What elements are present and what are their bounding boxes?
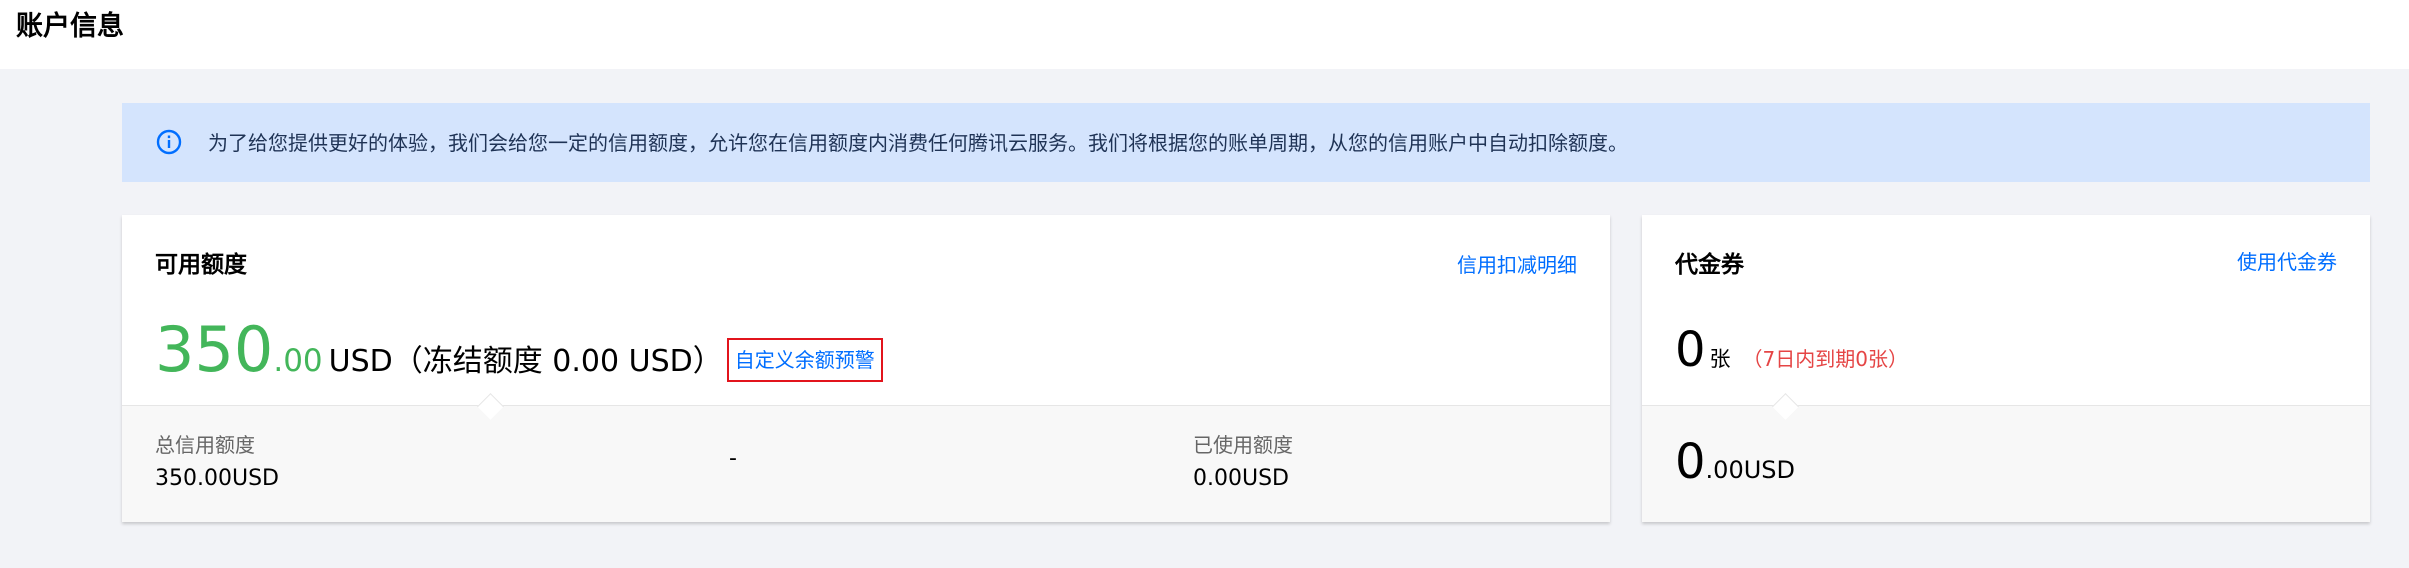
card-bottom-section: 总信用额度 350.00USD - 已使用额度 0.00USD: [122, 405, 1610, 522]
voucher-count-row: 0 张 （7日内到期0张）: [1675, 315, 1908, 385]
available-amount-row: 350.00 USD（冻结额度 0.00 USD） 自定义余额预警: [155, 315, 883, 385]
use-voucher-link[interactable]: 使用代金券: [2237, 247, 2337, 277]
used-credit-value: 0.00USD: [1193, 466, 1289, 491]
voucher-amount-integer: 0: [1675, 434, 1706, 490]
frozen-amount-text: （冻结额度 0.00 USD）: [392, 344, 723, 379]
custom-balance-alert-link[interactable]: 自定义余额预警: [726, 338, 883, 382]
card-title: 代金券: [1675, 252, 1744, 278]
separator-dash: -: [729, 446, 737, 471]
page-title: 账户信息: [16, 11, 124, 42]
card-top-section: 代金券 使用代金券 0 张 （7日内到期0张）: [1642, 215, 2370, 405]
top-bar: 账户信息: [0, 0, 2409, 69]
voucher-amount-decimal: .00USD: [1705, 456, 1795, 484]
card-top-section: 可用额度 信用扣减明细 350.00 USD（冻结额度 0.00 USD） 自定义余…: [122, 215, 1610, 405]
notice-text: 为了给您提供更好的体验，我们会给您一定的信用额度，允许您在信用额度内消费任何腾讯…: [208, 131, 1628, 155]
used-credit-label: 已使用额度: [1193, 433, 1293, 457]
card-title: 可用额度: [155, 252, 247, 278]
voucher-amount: 0.00USD: [1675, 434, 1795, 490]
credit-deduction-detail-link[interactable]: 信用扣减明细: [1457, 250, 1577, 280]
info-icon: [156, 129, 182, 155]
card-bottom-section: 0.00USD: [1642, 405, 2370, 522]
voucher-expire-text: （7日内到期0张）: [1742, 347, 1908, 371]
available-credit-card: 可用额度 信用扣减明细 350.00 USD（冻结额度 0.00 USD） 自定义余…: [122, 215, 1610, 522]
total-credit-label: 总信用额度: [155, 433, 255, 457]
available-amount-integer: 350: [155, 313, 274, 386]
voucher-count: 0: [1675, 322, 1706, 378]
voucher-card: 代金券 使用代金券 0 张（7日内到期0张） 0.00USD: [1642, 215, 2370, 522]
total-credit-value: 350.00USD: [155, 466, 279, 491]
currency-label: USD: [328, 344, 393, 379]
voucher-unit: 张: [1709, 347, 1731, 371]
info-notice: 为了给您提供更好的体验，我们会给您一定的信用额度，允许您在信用额度内消费任何腾讯…: [122, 103, 2370, 182]
available-amount-decimal: .00: [273, 343, 323, 379]
